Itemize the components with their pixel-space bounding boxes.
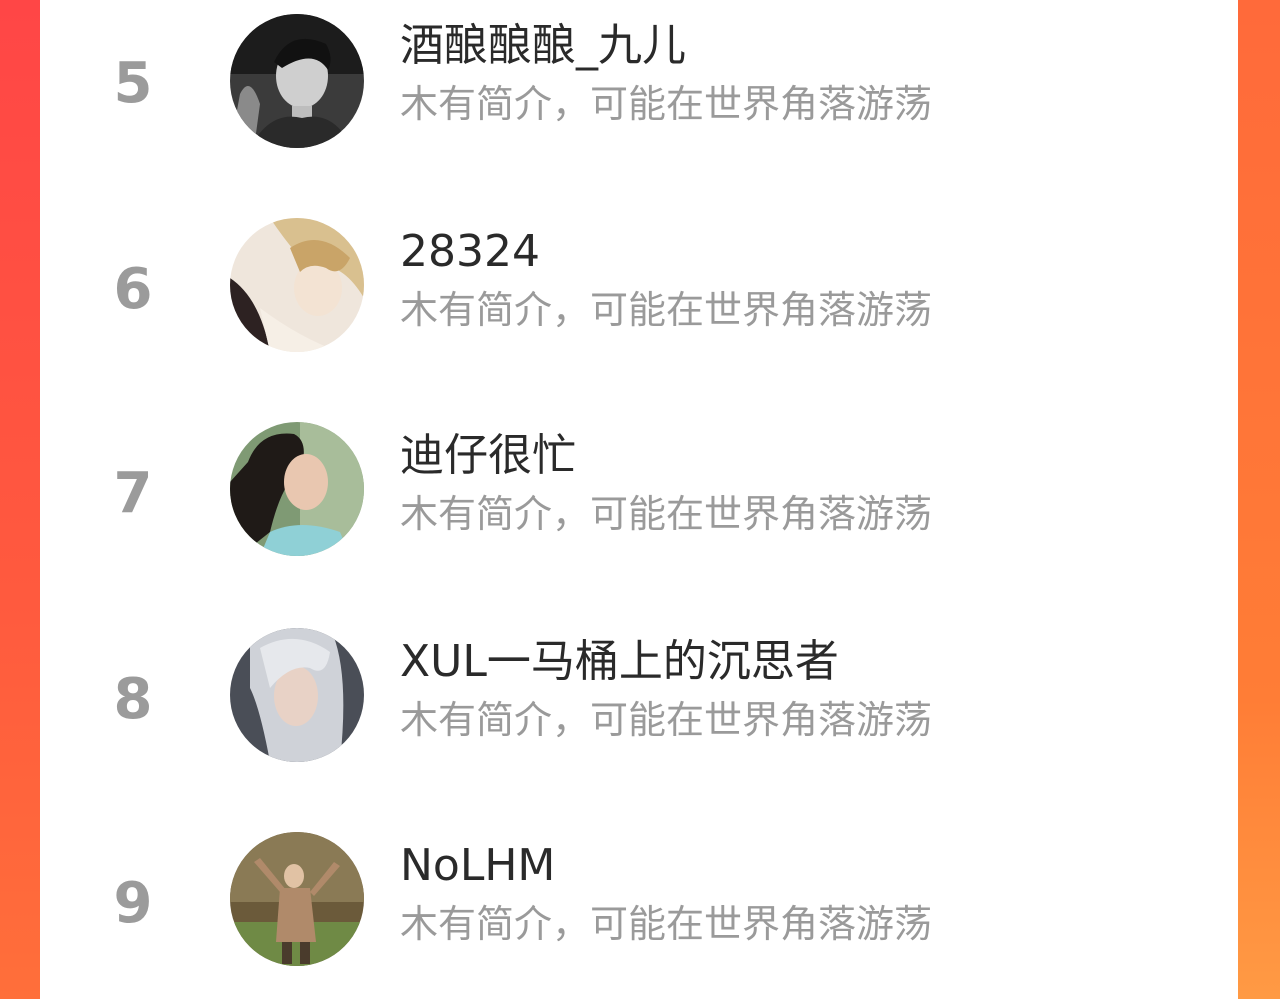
ranking-row[interactable]: 7 迪仔很忙 木有简介，可能在世界角落游荡 <box>40 422 1238 562</box>
user-intro: 木有简介，可能在世界角落游荡 <box>400 288 933 332</box>
user-intro: 木有简介，可能在世界角落游荡 <box>400 492 933 536</box>
user-name[interactable]: 酒酿酿酿_九儿 <box>400 21 686 70</box>
ranking-row[interactable]: 8 XUL一马桶上的沉思者 木有简介，可能在世界角落游荡 <box>40 628 1238 768</box>
ranking-list: 5 酒酿酿酿_九儿 木有简介，可能在世界角落游荡 6 28324 木有简介，可能… <box>40 0 1238 999</box>
user-intro: 木有简介，可能在世界角落游荡 <box>400 698 933 742</box>
user-intro: 木有简介，可能在世界角落游荡 <box>400 902 933 946</box>
page-background-left <box>0 0 40 999</box>
ranking-row[interactable]: 5 酒酿酿酿_九儿 木有简介，可能在世界角落游荡 <box>40 12 1238 152</box>
user-intro: 木有简介，可能在世界角落游荡 <box>400 82 933 126</box>
user-avatar-icon[interactable] <box>230 628 364 762</box>
rank-number: 9 <box>113 871 153 936</box>
ranking-row[interactable]: 6 28324 木有简介，可能在世界角落游荡 <box>40 218 1238 358</box>
rank-number: 7 <box>113 461 153 526</box>
rank-number: 6 <box>113 257 153 322</box>
user-name[interactable]: XUL一马桶上的沉思者 <box>400 637 839 686</box>
user-avatar-icon[interactable] <box>230 422 364 556</box>
user-avatar-icon[interactable] <box>230 218 364 352</box>
user-name[interactable]: 28324 <box>400 227 540 276</box>
user-avatar-icon[interactable] <box>230 832 364 966</box>
page-background-right <box>1238 0 1280 999</box>
rank-number: 5 <box>113 51 153 116</box>
rank-number: 8 <box>113 667 153 732</box>
user-name[interactable]: NoLHM <box>400 841 555 890</box>
ranking-row[interactable]: 9 NoLHM 木有简介，可能在世界角落游荡 <box>40 832 1238 972</box>
user-avatar-icon[interactable] <box>230 14 364 148</box>
user-name[interactable]: 迪仔很忙 <box>400 431 576 480</box>
